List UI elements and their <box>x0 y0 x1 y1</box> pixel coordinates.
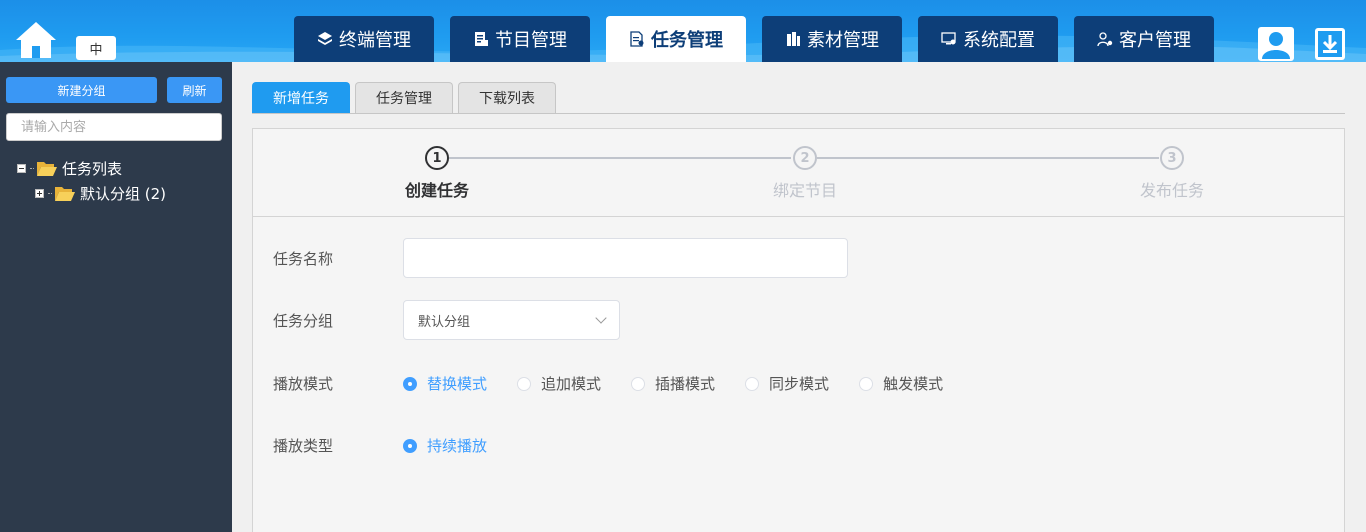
radio-replace-mode[interactable]: 替换模式 <box>403 373 487 394</box>
task-name-label: 任务名称 <box>273 250 334 268</box>
step-indicator: 1 2 3 创建任务 绑定节目 发布任务 <box>253 129 1344 217</box>
folder-open-icon <box>55 186 75 201</box>
nav-label: 节目管理 <box>495 30 567 51</box>
play-type-label: 播放类型 <box>273 437 334 455</box>
radio-label: 追加模式 <box>541 375 602 393</box>
step-3-circle: 3 <box>1160 146 1184 170</box>
tab-task-management[interactable]: 任务管理 <box>355 82 453 113</box>
play-mode-label: 播放模式 <box>273 375 334 393</box>
material-icon <box>787 32 800 46</box>
sidebar: 新建分组 刷新 任务列表 默认分组 (2) <box>0 62 232 532</box>
nav-label: 客户管理 <box>1119 30 1191 51</box>
monitor-gear-icon <box>941 32 956 45</box>
nav-label: 任务管理 <box>651 30 723 51</box>
step-3-title: 发布任务 <box>1139 181 1204 200</box>
chevron-down-icon <box>595 311 607 324</box>
user-profile-button[interactable] <box>1258 27 1294 61</box>
tree-node-default-group[interactable]: 默认分组 (2) <box>35 183 166 204</box>
tree-node-root[interactable]: 任务列表 <box>17 158 122 179</box>
play-mode-radio-group: 替换模式 追加模式 插播模式 同步模式 触发模式 <box>403 373 973 394</box>
program-icon <box>475 32 488 46</box>
radio-dot[interactable] <box>403 376 417 391</box>
step-connector <box>449 157 791 159</box>
search-input[interactable] <box>6 113 222 141</box>
nav-system-config[interactable]: 系统配置 <box>918 16 1058 62</box>
task-name-input[interactable] <box>403 238 848 278</box>
tab-download-list[interactable]: 下载列表 <box>458 82 556 113</box>
folder-open-icon <box>37 161 57 176</box>
tree-node-label: 任务列表 <box>62 160 123 178</box>
refresh-button[interactable]: 刷新 <box>167 77 222 103</box>
nav-label: 终端管理 <box>339 30 411 51</box>
radio-label: 替换模式 <box>427 375 488 393</box>
step-connector <box>817 157 1159 159</box>
radio-insert-mode[interactable]: 插播模式 <box>631 373 715 394</box>
language-toggle-button[interactable]: 中 <box>76 36 116 60</box>
sub-tabs: 新增任务 任务管理 下载列表 <box>252 82 556 113</box>
main-nav: 终端管理 节目管理 任务管理 素材管理 系统配置 客户管理 <box>294 16 1214 62</box>
download-icon[interactable] <box>1314 27 1346 61</box>
nav-program-management[interactable]: 节目管理 <box>450 16 590 62</box>
layers-icon <box>318 32 332 45</box>
nav-task-management[interactable]: 任务管理 <box>606 16 746 62</box>
radio-label: 持续播放 <box>427 437 488 455</box>
play-type-radio-group: 持续播放 <box>403 435 517 456</box>
radio-dot[interactable] <box>517 376 532 391</box>
radio-dot[interactable] <box>631 376 646 391</box>
tree-connector <box>30 168 34 169</box>
radio-trigger-mode[interactable]: 触发模式 <box>859 373 943 394</box>
collapse-toggle-icon[interactable] <box>17 164 26 173</box>
nav-terminal-management[interactable]: 终端管理 <box>294 16 434 62</box>
task-form-panel: 1 2 3 创建任务 绑定节目 发布任务 任务名称 任务分组 默认分组 播放模式… <box>252 128 1345 532</box>
nav-material-management[interactable]: 素材管理 <box>762 16 902 62</box>
task-doc-icon <box>630 31 644 47</box>
radio-label: 触发模式 <box>883 375 944 393</box>
radio-sync-mode[interactable]: 同步模式 <box>745 373 829 394</box>
expand-toggle-icon[interactable] <box>35 189 44 198</box>
radio-dot[interactable] <box>859 376 874 391</box>
step-1-title: 创建任务 <box>404 181 469 200</box>
nav-label: 系统配置 <box>963 30 1035 51</box>
main-content: 新增任务 任务管理 下载列表 1 2 3 创建任务 绑定节目 发布任务 任务名称… <box>232 62 1366 532</box>
nav-label: 素材管理 <box>807 30 879 51</box>
radio-continuous-play[interactable]: 持续播放 <box>403 435 487 456</box>
step-2-circle: 2 <box>793 146 817 170</box>
task-group-select[interactable]: 默认分组 <box>403 300 620 340</box>
radio-label: 同步模式 <box>769 375 830 393</box>
tab-new-task[interactable]: 新增任务 <box>252 82 350 113</box>
nav-customer-management[interactable]: 客户管理 <box>1074 16 1214 62</box>
step-2-title: 绑定节目 <box>772 181 837 200</box>
radio-dot[interactable] <box>403 438 417 453</box>
new-group-button[interactable]: 新建分组 <box>6 77 157 103</box>
tab-divider <box>252 113 1345 114</box>
tree-connector <box>48 193 52 194</box>
radio-append-mode[interactable]: 追加模式 <box>517 373 601 394</box>
tree-node-label: 默认分组 (2) <box>80 185 167 203</box>
step-1-circle: 1 <box>425 146 449 170</box>
task-group-label: 任务分组 <box>273 312 334 330</box>
user-gear-icon <box>1097 32 1113 47</box>
top-header: 中 终端管理 节目管理 任务管理 素材管理 系统配置 客户管理 <box>0 0 1366 62</box>
radio-dot[interactable] <box>745 376 760 391</box>
home-icon[interactable] <box>14 20 58 60</box>
task-group-selected-value: 默认分组 <box>418 314 471 330</box>
user-avatar-icon <box>1262 32 1290 59</box>
radio-label: 插播模式 <box>655 375 716 393</box>
